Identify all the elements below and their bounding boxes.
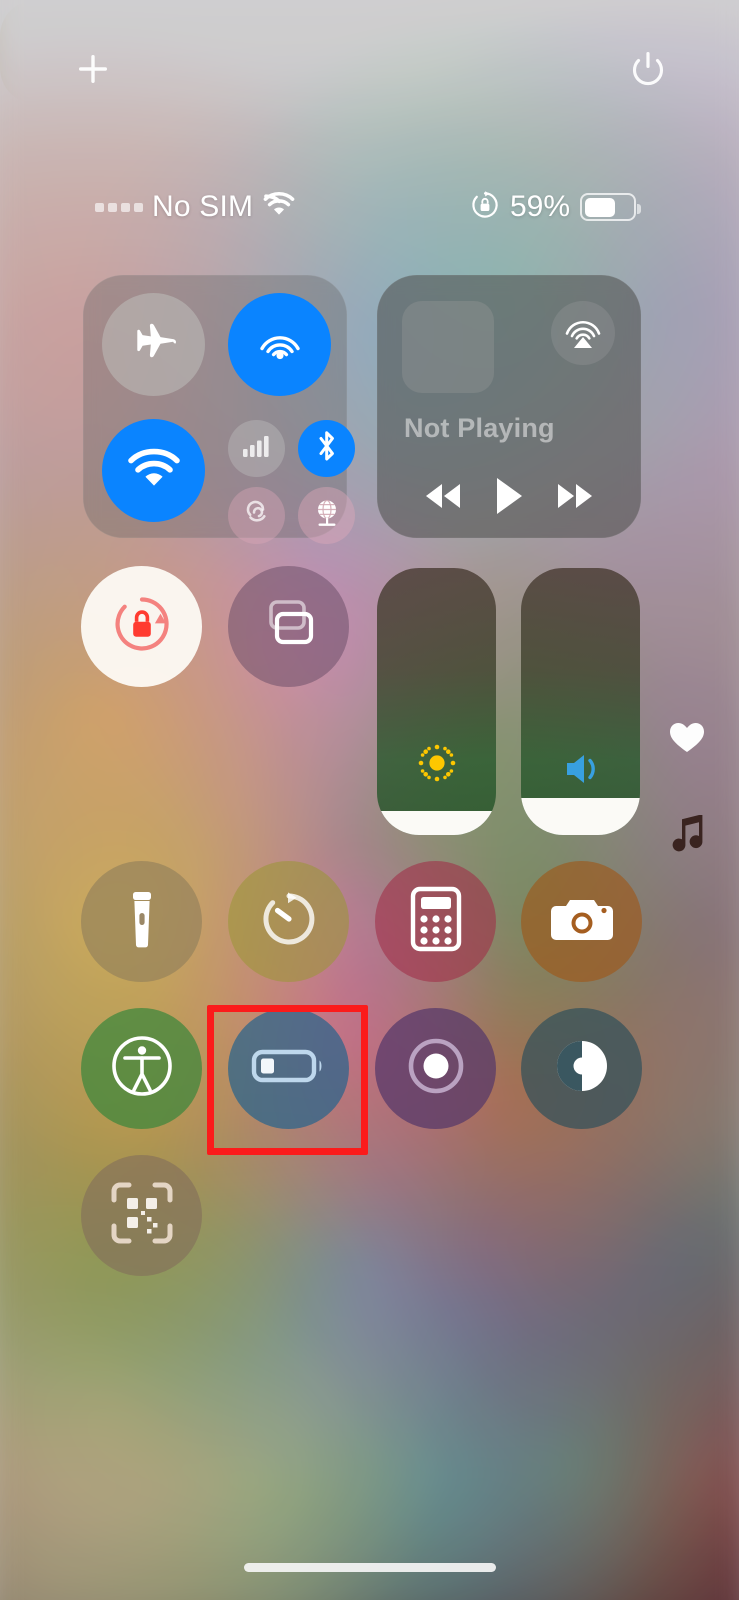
wifi-icon <box>262 191 296 223</box>
wifi-toggle[interactable] <box>102 419 205 522</box>
screen-mirroring-toggle[interactable] <box>228 566 349 687</box>
screen-record-icon <box>405 1035 467 1102</box>
cellular-bars-icon <box>242 434 272 463</box>
camera-button[interactable] <box>521 861 642 982</box>
signal-dots-icon <box>95 202 143 212</box>
low-battery-icon <box>251 1045 327 1092</box>
speaker-wave-icon <box>521 748 640 790</box>
flashlight-button[interactable] <box>81 861 202 982</box>
qr-scan-icon <box>109 1180 175 1251</box>
calculator-icon <box>410 886 462 957</box>
music-note-icon <box>668 812 706 857</box>
home-indicator[interactable] <box>243 1563 496 1572</box>
airdrop-icon <box>253 315 307 374</box>
rewind-button[interactable] <box>419 479 467 513</box>
now-playing-module[interactable]: Not Playing <box>377 275 641 538</box>
bluetooth-toggle[interactable] <box>298 420 355 477</box>
battery-percent-label: 59% <box>509 190 570 223</box>
vpn-globe-icon <box>310 496 344 535</box>
battery-icon <box>580 193 641 221</box>
personal-hotspot-toggle[interactable] <box>228 487 285 544</box>
camera-icon <box>548 893 616 950</box>
accessibility-icon <box>110 1034 174 1103</box>
volume-slider[interactable] <box>521 568 640 835</box>
status-bar-right: 59% <box>470 186 641 228</box>
rotation-lock-icon <box>109 591 175 662</box>
cellular-data-toggle[interactable] <box>228 420 285 477</box>
status-bar: No SIM 59% <box>0 186 739 228</box>
power-icon[interactable] <box>625 46 671 92</box>
contrast-circle-icon <box>551 1035 613 1102</box>
heart-icon <box>667 719 707 760</box>
brightness-fill <box>377 810 496 835</box>
calculator-button[interactable] <box>375 861 496 982</box>
code-scanner-button[interactable] <box>81 1155 202 1276</box>
now-playing-title: Not Playing <box>404 413 555 443</box>
screen-recording-button[interactable] <box>375 1008 496 1129</box>
volume-fill <box>521 797 640 835</box>
wifi-icon <box>126 446 182 495</box>
carrier-label: No SIM <box>152 190 254 223</box>
brightness-sun-icon <box>377 739 496 787</box>
airdrop-toggle[interactable] <box>228 293 331 396</box>
plus-icon[interactable] <box>70 46 116 92</box>
top-bar <box>0 46 739 96</box>
airplay-audio-icon[interactable] <box>551 301 615 365</box>
connectivity-module[interactable] <box>83 275 355 544</box>
screen-mirroring-icon <box>258 596 320 657</box>
timer-button[interactable] <box>228 861 349 982</box>
accessibility-shortcuts-button[interactable] <box>81 1008 202 1129</box>
brightness-slider[interactable] <box>377 568 496 835</box>
battery-fill <box>584 197 616 217</box>
dark-mode-button[interactable] <box>521 1008 642 1129</box>
vpn-toggle[interactable] <box>298 487 355 544</box>
status-bar-left: No SIM <box>95 186 296 228</box>
low-power-mode-button[interactable] <box>228 1008 349 1129</box>
bluetooth-icon <box>314 429 340 468</box>
fast-forward-button[interactable] <box>551 479 599 513</box>
airplane-mode-toggle[interactable] <box>102 293 205 396</box>
album-artwork-placeholder <box>402 301 494 393</box>
timer-icon <box>258 888 320 955</box>
airplane-icon <box>129 317 179 372</box>
rotation-lock-toggle[interactable] <box>81 566 202 687</box>
hotspot-icon <box>241 498 273 533</box>
rotation-lock-icon <box>470 190 500 225</box>
flashlight-icon <box>122 887 162 956</box>
play-button[interactable] <box>492 475 526 517</box>
transport-controls <box>377 467 641 525</box>
